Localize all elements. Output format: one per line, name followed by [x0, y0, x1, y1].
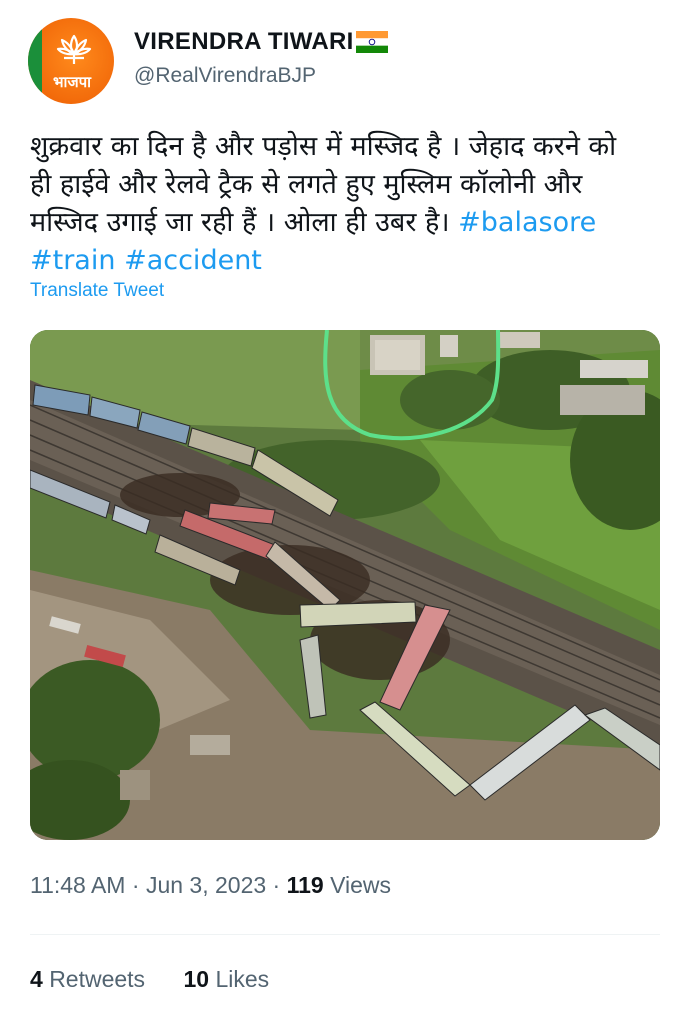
likes-stat[interactable]: 10 Likes [183, 966, 269, 992]
avatar-green-strip [28, 18, 42, 104]
retweets-count: 4 [30, 966, 43, 992]
lotus-icon [56, 34, 92, 64]
tweet-text-line: #train #accident [30, 242, 660, 280]
tweet-text: शुक्रवार का दिन है और पड़ोस में मस्जिद ह… [30, 128, 660, 280]
tweet-header: भाजपा VIRENDRA TIWARI @RealVirendraBJP [28, 18, 668, 108]
retweets-stat[interactable]: 4 Retweets [30, 966, 151, 992]
meta-separator: · [272, 872, 281, 898]
tweet-text-line: मस्जिद उगाई जा रही हैं । ओला ही उबर है। … [30, 204, 660, 242]
aerial-photo [30, 330, 660, 840]
tweet-time[interactable]: 11:48 AM [30, 872, 125, 898]
user-handle[interactable]: @RealVirendraBJP [134, 64, 316, 88]
views-count: 119 [286, 872, 324, 898]
likes-count: 10 [183, 966, 210, 992]
avatar-party-text: भाजपा [53, 73, 91, 91]
tweet-text-line: ही हाईवे और रेलवे ट्रैक से लगते हुए मुस्… [30, 169, 583, 200]
views-label: Views [330, 872, 392, 898]
likes-label: Likes [215, 966, 270, 992]
tweet-media-image[interactable] [30, 330, 660, 840]
tweet-text-line: शुक्रवार का दिन है और पड़ोस में मस्जिद ह… [30, 131, 617, 162]
india-flag-icon [355, 31, 388, 53]
hashtag-link[interactable]: #balasore [458, 207, 596, 238]
avatar[interactable]: भाजपा [28, 18, 114, 104]
display-name[interactable]: VIRENDRA TIWARI [134, 28, 354, 56]
divider [30, 934, 660, 935]
hashtag-link[interactable]: #train [30, 245, 115, 276]
tweet-stats: 4 Retweets 10 Likes [30, 966, 269, 993]
retweets-label: Retweets [49, 966, 146, 992]
tweet-text-line-part: मस्जिद उगाई जा रही हैं । ओला ही उबर है। [30, 207, 450, 238]
name-line: VIRENDRA TIWARI [134, 26, 388, 58]
hashtag-link[interactable]: #accident [124, 245, 262, 276]
meta-separator: · [131, 872, 140, 898]
tweet-date[interactable]: Jun 3, 2023 [146, 872, 266, 898]
tweet-meta: 11:48 AM · Jun 3, 2023 · 119 Views [30, 872, 391, 899]
translate-tweet-link[interactable]: Translate Tweet [30, 280, 164, 302]
